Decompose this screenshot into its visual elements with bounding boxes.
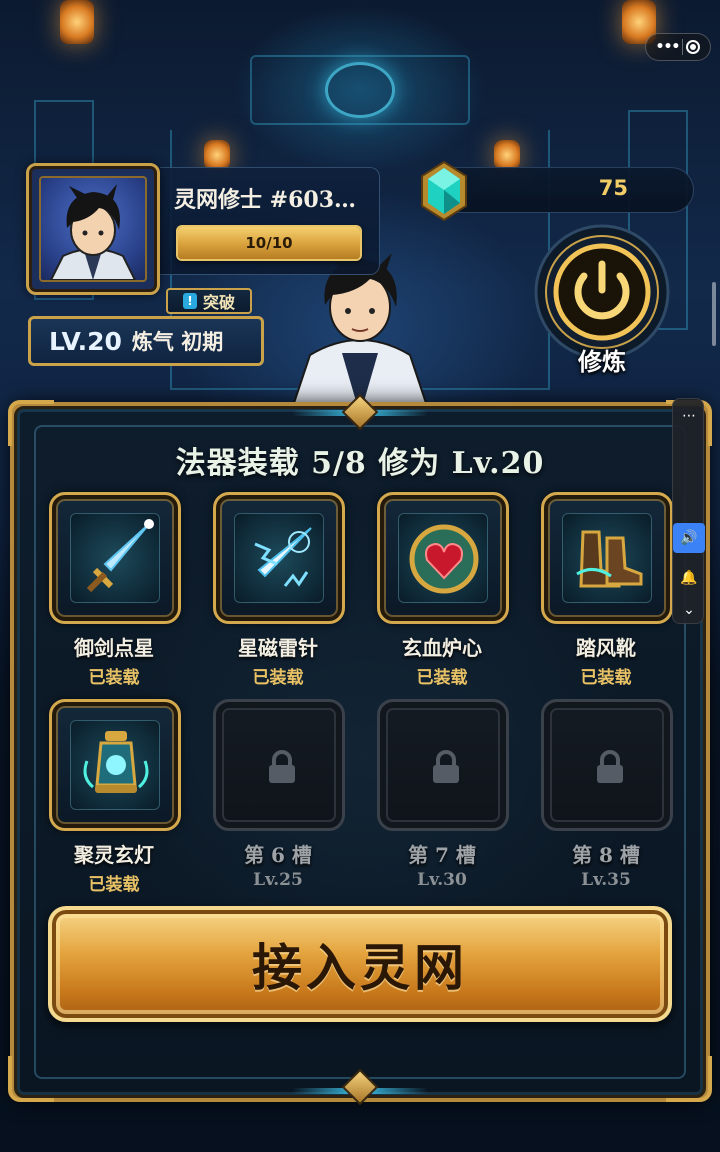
slot-status-5: 已装载 xyxy=(88,875,140,895)
slot-unlock-level-8: Lv.35 xyxy=(581,870,631,890)
player-level: LV.20 xyxy=(49,326,122,356)
scrollbar[interactable] xyxy=(712,282,716,346)
exp-progress-text: 10/10 xyxy=(245,234,293,252)
equipment-slot-3[interactable] xyxy=(377,492,509,624)
more-menu-icon[interactable]: ••• xyxy=(656,39,681,55)
avatar-portrait xyxy=(39,176,147,282)
flying-sword-icon xyxy=(86,519,154,593)
slot-name-5: 聚灵玄灯 xyxy=(74,843,154,867)
chevron-down-icon[interactable]: ⌄ xyxy=(673,595,705,625)
connect-spirit-net-button[interactable]: 接入灵网 xyxy=(48,906,672,1022)
wind-boots-icon xyxy=(576,530,643,588)
close-target-icon[interactable] xyxy=(686,40,701,54)
lock-icon xyxy=(433,750,459,783)
equipment-title: 法器装载 5/8 修为 Lv.20 xyxy=(175,446,545,481)
equipment-slot-2[interactable] xyxy=(213,492,345,624)
cultivate-label[interactable]: 修炼 xyxy=(532,342,672,377)
cultivation-realm: 炼气 初期 xyxy=(131,329,224,354)
exp-progress-bar: 10/10 xyxy=(176,225,362,261)
slot-name-7: 第 7 槽 xyxy=(408,843,476,867)
cultivate-button[interactable] xyxy=(532,222,672,362)
more-icon[interactable]: ⋯ xyxy=(673,401,705,431)
avatar[interactable] xyxy=(26,163,160,295)
equipment-slot-8-locked[interactable] xyxy=(541,699,673,831)
slot-name-8: 第 8 槽 xyxy=(572,843,640,867)
rune-circle xyxy=(325,62,395,118)
spirit-lamp-icon xyxy=(83,731,149,793)
slot-status-2: 已装载 xyxy=(252,668,304,688)
blood-furnace-heart-icon xyxy=(409,524,479,594)
slot-status-3: 已装载 xyxy=(416,668,468,688)
equipment-slot-7-locked[interactable] xyxy=(377,699,509,831)
equipment-slot-6-locked[interactable] xyxy=(213,699,345,831)
player-name: 灵网修士 #603… xyxy=(174,187,357,213)
slot-name-2: 星磁雷针 xyxy=(238,636,318,660)
currency-value: 75 xyxy=(598,176,628,200)
slot-name-6: 第 6 槽 xyxy=(244,843,312,867)
slot-name-4: 踏风靴 xyxy=(576,636,636,660)
mini-program-capsule[interactable]: ••• xyxy=(645,33,711,61)
thunder-needle-icon xyxy=(254,527,312,587)
breakthrough-button[interactable]: ! 突破 xyxy=(166,288,252,314)
slot-status-1: 已装载 xyxy=(88,668,140,688)
lock-icon xyxy=(269,750,295,783)
slot-name-1: 御剑点星 xyxy=(74,636,154,660)
slot-status-4: 已装载 xyxy=(580,668,632,688)
equipment-slot-4[interactable] xyxy=(541,492,673,624)
speaker-icon[interactable]: 🔊 xyxy=(673,523,705,553)
alert-icon: ! xyxy=(182,293,197,309)
slot-unlock-level-6: Lv.25 xyxy=(253,870,303,890)
spirit-gem-icon xyxy=(421,160,467,222)
side-toolbar: ⋯ 🔊 🔔 ⌄ xyxy=(672,398,705,625)
connect-button-label: 接入灵网 xyxy=(252,938,468,997)
bell-icon[interactable]: 🔔 xyxy=(673,563,705,593)
lantern-left xyxy=(60,0,94,44)
equipment-slot-5[interactable] xyxy=(49,699,181,831)
slot-unlock-level-7: Lv.30 xyxy=(417,870,467,890)
lock-icon xyxy=(597,750,623,783)
equipment-slot-1[interactable] xyxy=(49,492,181,624)
level-plate: LV.20 炼气 初期 xyxy=(28,316,264,366)
slot-name-3: 玄血炉心 xyxy=(402,636,482,660)
breakthrough-label: 突破 xyxy=(202,293,235,312)
